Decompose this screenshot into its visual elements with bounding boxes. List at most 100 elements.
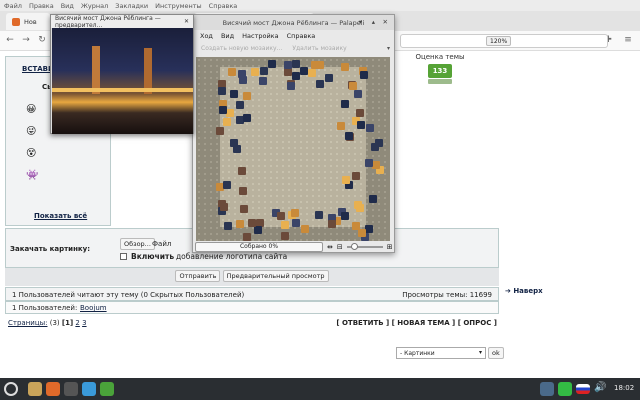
puzzle-piece[interactable] <box>355 109 364 118</box>
puzzle-piece[interactable] <box>260 67 269 76</box>
puzzle-piece[interactable] <box>357 121 366 130</box>
puzzle-piece[interactable] <box>349 81 358 90</box>
puzzle-piece[interactable] <box>341 63 350 72</box>
menu-edit[interactable]: Правка <box>29 2 54 10</box>
puzzle-piece[interactable] <box>238 186 247 195</box>
puzzle-piece[interactable] <box>328 219 337 228</box>
back-icon[interactable]: ← <box>4 35 16 45</box>
preview-titlebar[interactable]: Висячий мост Джона Рёблинга — предварите… <box>51 15 193 29</box>
user-link[interactable]: Boojum <box>80 304 107 312</box>
smiley-icon[interactable]: 😀 <box>26 104 36 115</box>
puzzle-piece[interactable] <box>218 106 227 115</box>
start-menu-icon[interactable] <box>4 382 18 396</box>
puzzle-piece[interactable] <box>280 220 289 229</box>
puzzle-piece[interactable] <box>358 229 367 238</box>
smiley-icon[interactable]: 😵 <box>26 148 36 159</box>
logo-checkbox[interactable] <box>120 253 127 260</box>
menu-view[interactable]: Вид <box>61 2 74 10</box>
zoom-indicator[interactable]: 120% <box>486 36 512 46</box>
puzzle-piece[interactable] <box>222 180 231 189</box>
forward-icon[interactable]: → <box>20 35 32 45</box>
puzzle-piece[interactable] <box>372 160 381 169</box>
puzzle-piece[interactable] <box>219 202 228 211</box>
puzzle-piece[interactable] <box>224 222 233 231</box>
puzzle-piece[interactable] <box>342 175 351 184</box>
puzzle-piece[interactable] <box>247 218 256 227</box>
puzzle-piece[interactable] <box>311 61 320 70</box>
menu-settings[interactable]: Настройка <box>242 32 278 40</box>
menu-help[interactable]: Справка <box>209 2 238 10</box>
puzzle-piece[interactable] <box>324 74 333 83</box>
puzzle-piece[interactable] <box>226 109 235 118</box>
smiley-icon[interactable]: 😜 <box>26 126 36 137</box>
close-icon[interactable]: ✕ <box>184 18 189 25</box>
menu-help[interactable]: Справка <box>287 32 316 40</box>
puzzle-piece[interactable] <box>371 142 380 151</box>
puzzle-piece[interactable] <box>369 195 378 204</box>
puzzle-piece[interactable] <box>353 200 362 209</box>
puzzle-piece[interactable] <box>216 127 225 136</box>
puzzle-piece[interactable] <box>254 225 263 234</box>
puzzle-piece[interactable] <box>239 205 248 214</box>
forum-jump-ok[interactable]: ok <box>488 347 504 359</box>
send-button[interactable]: Отправить <box>175 270 221 282</box>
back-to-top[interactable]: ➔ Наверх <box>505 287 543 295</box>
puzzle-piece[interactable] <box>344 131 353 140</box>
puzzle-piece[interactable] <box>308 68 317 77</box>
zoom-slider-handle[interactable] <box>350 243 358 250</box>
show-all-link[interactable]: Показать всё <box>34 212 87 220</box>
close-icon[interactable]: ✕ <box>383 18 388 26</box>
puzzle-piece[interactable] <box>286 82 295 91</box>
preview-button[interactable]: Предварительный просмотр <box>222 270 329 282</box>
palapeli-titlebar[interactable]: Висячий мост Джона Рёблинга — Palapeli ▾… <box>193 15 394 30</box>
puzzle-piece[interactable] <box>222 118 231 127</box>
puzzle-piece[interactable] <box>315 210 324 219</box>
keyboard-layout-icon[interactable] <box>576 384 590 394</box>
puzzle-piece[interactable] <box>242 114 251 123</box>
puzzle-piece[interactable] <box>316 79 325 88</box>
puzzle-piece[interactable] <box>276 212 285 221</box>
fit-width-icon[interactable]: ⇹ <box>327 243 333 251</box>
puzzle-piece[interactable] <box>301 225 310 234</box>
zoom-slider[interactable] <box>346 243 383 250</box>
puzzle-piece[interactable] <box>284 60 293 69</box>
reply-link[interactable]: [ ОТВЕТИТЬ ] <box>336 319 389 327</box>
puzzle-piece[interactable] <box>299 66 308 75</box>
menu-history[interactable]: Журнал <box>81 2 108 10</box>
page-link-3[interactable]: 3 <box>82 319 86 327</box>
puzzle-piece[interactable] <box>365 124 374 133</box>
menu-tools[interactable]: Инструменты <box>155 2 202 10</box>
puzzle-piece[interactable] <box>364 159 373 168</box>
puzzle-piece[interactable] <box>243 232 252 241</box>
puzzle-piece[interactable] <box>352 172 361 181</box>
volume-icon[interactable]: 🔊 <box>594 382 608 396</box>
minimize-icon[interactable]: ▾ <box>359 18 362 26</box>
puzzle-piece[interactable] <box>218 86 227 95</box>
puzzle-piece[interactable] <box>236 100 245 109</box>
puzzle-piece[interactable] <box>268 59 277 68</box>
zoom-out-icon[interactable]: ⊟ <box>337 243 343 251</box>
puzzle-piece[interactable] <box>235 220 244 229</box>
puzzle-piece[interactable] <box>229 138 238 147</box>
puzzle-piece[interactable] <box>284 68 293 77</box>
telegram-icon[interactable] <box>82 382 96 396</box>
rating-vote-icon[interactable] <box>428 79 452 84</box>
puzzle-piece[interactable] <box>280 232 289 241</box>
puzzle-piece[interactable] <box>229 89 238 98</box>
file-manager-icon[interactable] <box>28 382 42 396</box>
delete-puzzle-button[interactable]: Удалить мозаику <box>292 45 346 52</box>
puzzle-piece[interactable] <box>353 89 362 98</box>
puzzle-piece[interactable] <box>292 60 301 69</box>
puzzle-piece[interactable] <box>238 166 247 175</box>
puzzle-piece[interactable] <box>238 76 247 85</box>
menu-move[interactable]: Ход <box>200 32 213 40</box>
poll-link[interactable]: [ ОПРОС ] <box>458 319 497 327</box>
puzzle-piece[interactable] <box>291 208 300 217</box>
puzzle-piece[interactable] <box>251 68 260 77</box>
palapeli-icon[interactable] <box>100 382 114 396</box>
clipboard-icon[interactable] <box>540 382 554 396</box>
zoom-in-icon[interactable]: ⊞ <box>387 243 393 251</box>
puzzle-board[interactable] <box>196 57 390 241</box>
maximize-icon[interactable]: ▴ <box>372 18 375 26</box>
toolbar-more-icon[interactable]: ▾ <box>387 45 390 52</box>
